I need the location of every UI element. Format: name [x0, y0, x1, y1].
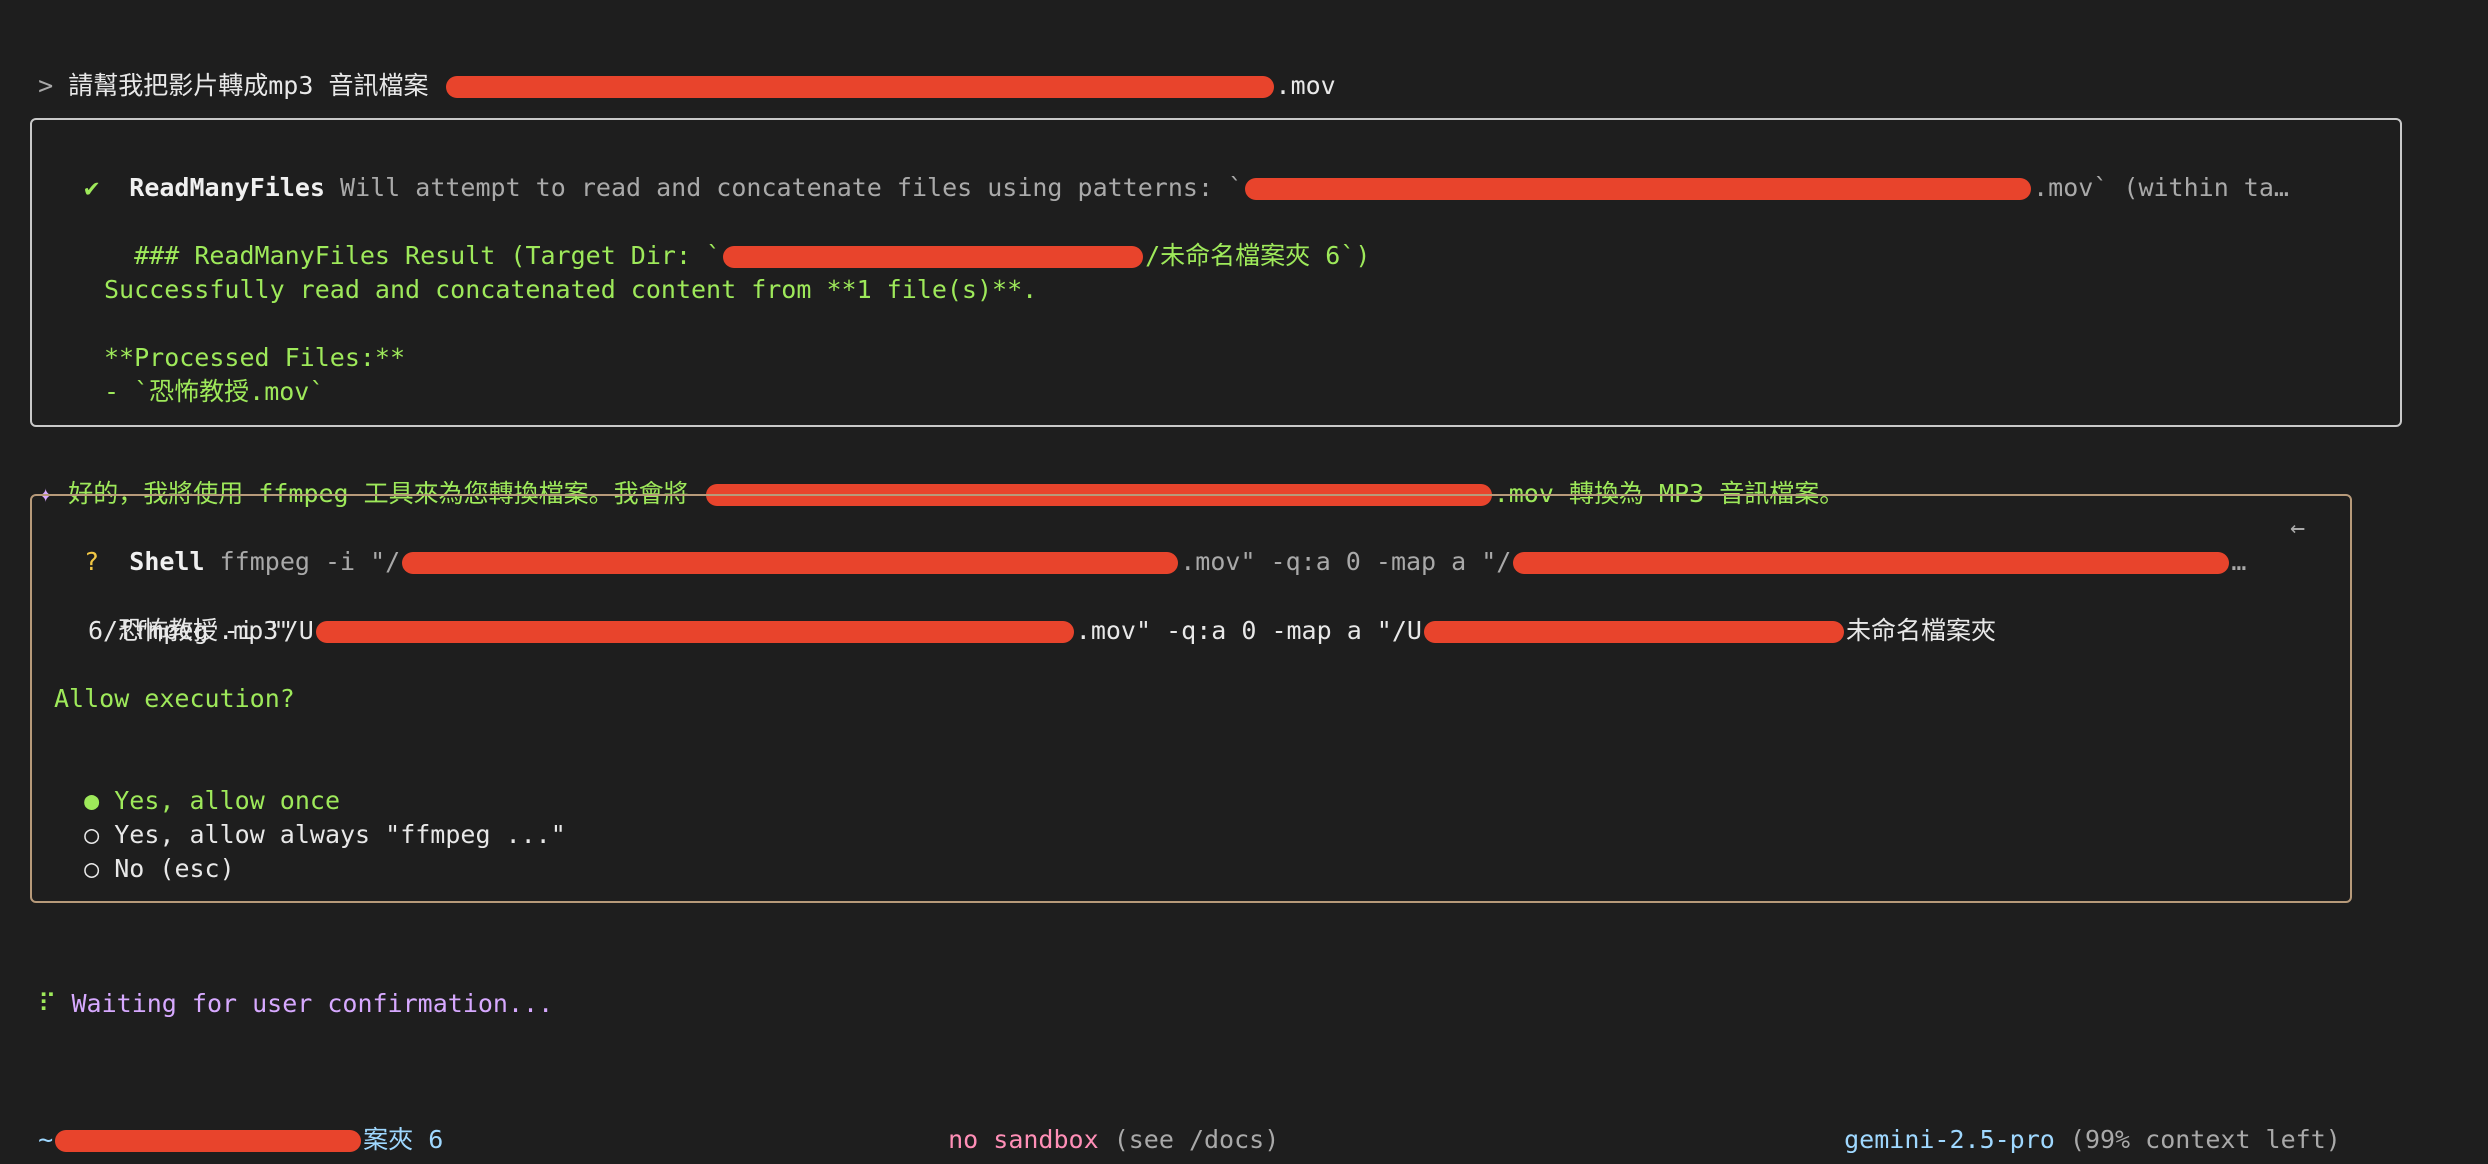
shell-full-command-line2: 6/恐怖教授.mp3": [88, 616, 294, 645]
footer-sandbox: no sandbox (see /docs): [918, 1089, 1279, 1154]
prompt-suffix: .mov: [1275, 71, 1336, 100]
shell-command-ellipsis: …: [2231, 547, 2247, 576]
option-no[interactable]: ○ No (esc): [54, 818, 235, 883]
readmanyfiles-result-heading: ### ReadManyFiles Result (Target Dir: ` /…: [104, 205, 1370, 270]
model-name: gemini-2.5-pro: [1844, 1125, 2055, 1154]
option-allow-always[interactable]: ○ Yes, allow always "ffmpeg ...": [54, 784, 566, 849]
full-command-mid: .mov" -q:a 0 -map a "/U: [1075, 616, 1422, 645]
footer-model: gemini-2.5-pro (99% context left): [1814, 1089, 2341, 1154]
processed-files-label: **Processed Files:**: [104, 343, 406, 372]
redacted-path: [1423, 621, 1844, 643]
cwd-prefix: ~: [38, 1125, 54, 1154]
redacted-path: [55, 1130, 362, 1152]
shell-title: Shell: [129, 547, 205, 576]
shell-header: ? Shell ffmpeg -i "/ .mov" -q:a 0 -map a …: [54, 511, 2246, 576]
redacted-path: [723, 246, 1144, 268]
spinner-icon: ⠏: [38, 989, 57, 1018]
full-command-suffix: 未命名檔案夾: [1845, 616, 1996, 645]
readmanyfiles-header: ✔ ReadManyFiles Will attempt to read and…: [54, 137, 2289, 202]
redacted-path: [1245, 178, 2032, 200]
shell-full-command-line1: ffmpeg -i "/U .mov" -q:a 0 -map a "/U 未命名檔…: [88, 580, 1996, 645]
option-allow-once[interactable]: ● Yes, allow once: [54, 750, 340, 815]
context-remaining: (99% context left): [2069, 1125, 2341, 1154]
user-prompt-line: > 請幫我把影片轉成mp3 音訊檔案 .mov: [8, 35, 1336, 100]
readmanyfiles-description-suffix: .mov` (within ta…: [2033, 173, 2289, 202]
shell-command-preview: ffmpeg -i "/: [219, 547, 401, 576]
redacted-path: [445, 76, 1274, 98]
prompt-marker: >: [38, 71, 54, 100]
sandbox-status: no sandbox: [948, 1125, 1099, 1154]
cwd-suffix: 案夾 6: [363, 1125, 444, 1154]
sandbox-hint: (see /docs): [1113, 1125, 1280, 1154]
redacted-path: [402, 552, 1179, 574]
readmanyfiles-success-text: Successfully read and concatenated conte…: [104, 275, 1038, 304]
waiting-status: ⠏ Waiting for user confirmation...: [8, 953, 553, 1018]
arrow-left-icon[interactable]: ←: [2290, 511, 2305, 545]
processed-file-item: - `恐怖教授.mov`: [104, 377, 325, 406]
result-heading-prefix: ### ReadManyFiles Result (Target Dir: `: [134, 241, 722, 270]
assistant-message: ✦ 好的，我將使用 ffmpeg 工具來為您轉換檔案。我會將 .mov 轉換為 …: [8, 443, 1844, 508]
question-icon: ?: [84, 547, 100, 576]
prompt-text: 請幫我把影片轉成mp3 音訊檔案: [68, 71, 429, 100]
readmanyfiles-description: Will attempt to read and concatenate fil…: [340, 173, 1244, 202]
redacted-path: [1513, 552, 2230, 574]
option-label: No (esc): [114, 854, 235, 883]
redacted-path: [315, 621, 1074, 643]
result-heading-suffix: /未命名檔案夾 6`): [1145, 241, 1371, 270]
shell-command-preview-mid: .mov" -q:a 0 -map a "/: [1180, 547, 1512, 576]
footer-cwd: ~ 案夾 6: [8, 1089, 443, 1154]
allow-execution-question: Allow execution?: [54, 684, 295, 713]
radio-unselected-icon: ○: [84, 854, 100, 883]
check-icon: ✔: [84, 173, 100, 202]
readmanyfiles-title: ReadManyFiles: [129, 173, 325, 202]
waiting-text: Waiting for user confirmation...: [71, 989, 554, 1018]
